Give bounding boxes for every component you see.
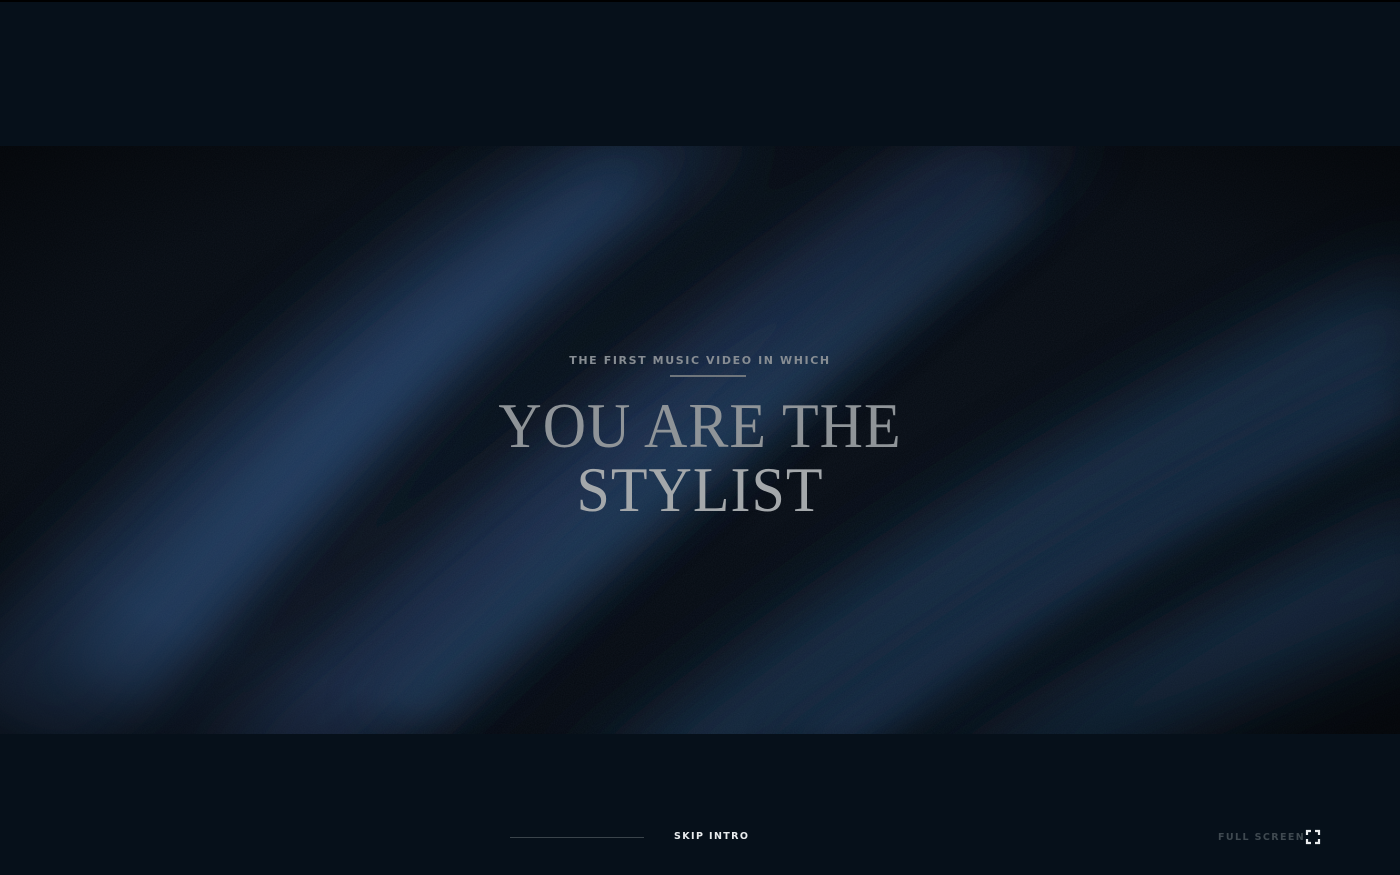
player-controls: SKIP INTRO FULL SCREEN (0, 734, 1400, 875)
intro-headline-line-1: YOU ARE THE (498, 391, 902, 461)
eyebrow-underline (670, 375, 746, 377)
fullscreen-icon[interactable] (1305, 829, 1321, 845)
intro-progress-bar (510, 837, 644, 838)
intro-title-block: THE FIRST MUSIC VIDEO IN WHICH YOU ARE T… (0, 146, 1400, 734)
intro-page: THE FIRST MUSIC VIDEO IN WHICH YOU ARE T… (0, 0, 1400, 875)
intro-eyebrow: THE FIRST MUSIC VIDEO IN WHICH (569, 354, 831, 367)
skip-intro-button[interactable]: SKIP INTRO (664, 831, 759, 842)
intro-headline-line-2: STYLIST (576, 455, 824, 525)
full-screen-button[interactable]: FULL SCREEN (1210, 832, 1313, 843)
intro-video[interactable]: THE FIRST MUSIC VIDEO IN WHICH YOU ARE T… (0, 146, 1400, 734)
